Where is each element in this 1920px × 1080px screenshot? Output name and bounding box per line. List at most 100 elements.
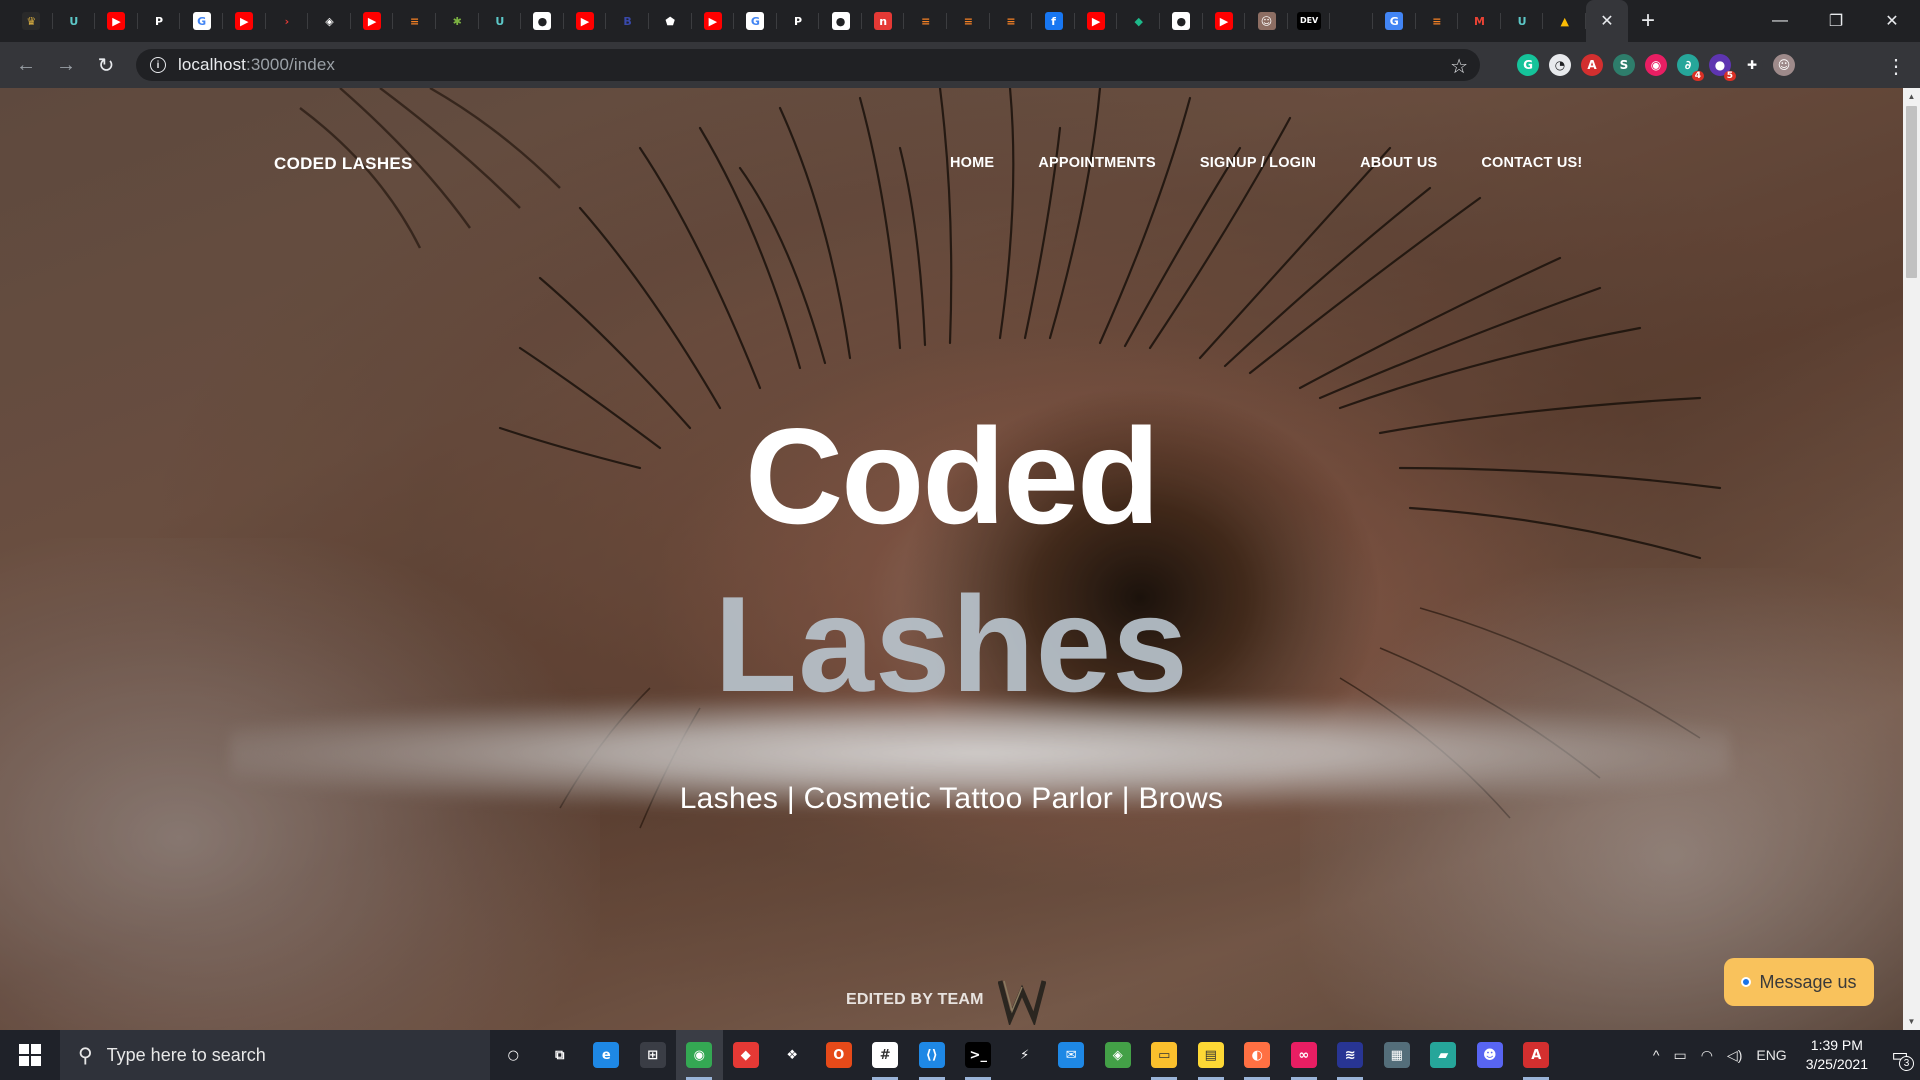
back-button[interactable]: ← xyxy=(6,45,46,85)
taskbar-app[interactable]: ▤ xyxy=(1188,1030,1235,1080)
taskbar-app[interactable]: >_ xyxy=(955,1030,1002,1080)
browser-tab[interactable]: G xyxy=(1373,0,1416,42)
restore-button[interactable]: ❐ xyxy=(1808,0,1864,42)
page-scrollbar[interactable]: ▲ ▼ xyxy=(1903,88,1920,1030)
wifi-icon[interactable]: ◠ xyxy=(1694,1047,1720,1064)
chrome-menu-icon[interactable]: ⋮ xyxy=(1886,54,1906,79)
site-brand-link[interactable]: CODED LASHES xyxy=(274,154,413,174)
speedometer-icon[interactable]: ◔ xyxy=(1549,54,1571,76)
browser-tab[interactable]: ◈ xyxy=(308,0,351,42)
browser-tab[interactable]: ▶ xyxy=(351,0,394,42)
browser-tab[interactable]: P xyxy=(777,0,820,42)
tab-active[interactable]: ✕ xyxy=(1585,0,1628,42)
start-button[interactable] xyxy=(0,1030,60,1080)
pink-extension-icon[interactable]: ◉ xyxy=(1645,54,1667,76)
address-bar[interactable]: i localhost:3000/index ☆ xyxy=(136,49,1480,81)
taskbar-app[interactable]: ◉ xyxy=(676,1030,723,1080)
browser-tab[interactable]: ● xyxy=(819,0,862,42)
taskbar-app[interactable]: ▦ xyxy=(1374,1030,1421,1080)
nav-link-appointments[interactable]: APPOINTMENTS xyxy=(1038,155,1156,171)
close-window-button[interactable]: ✕ xyxy=(1864,0,1920,42)
scroll-thumb[interactable] xyxy=(1906,106,1917,278)
bookmark-star-icon[interactable]: ☆ xyxy=(1450,54,1468,79)
language-indicator[interactable]: ENG xyxy=(1749,1047,1793,1063)
taskbar-app[interactable]: ◈ xyxy=(1095,1030,1142,1080)
taskbar-app[interactable]: ▭ xyxy=(1141,1030,1188,1080)
new-tab-button[interactable]: + xyxy=(1628,0,1668,42)
scroll-down-arrow-icon[interactable]: ▼ xyxy=(1903,1013,1920,1030)
browser-tab[interactable]: ▶ xyxy=(564,0,607,42)
site-info-icon[interactable]: i xyxy=(150,57,166,73)
taskbar-app[interactable]: ≋ xyxy=(1327,1030,1374,1080)
purple-extension-icon[interactable]: ● 5 xyxy=(1709,54,1736,81)
wakatime-icon[interactable]: ∂ 4 xyxy=(1677,54,1704,81)
browser-tab[interactable]: ▶ xyxy=(1203,0,1246,42)
battery-icon[interactable]: ▭ xyxy=(1666,1047,1693,1064)
browser-tab[interactable]: ▲ xyxy=(1543,0,1586,42)
browser-tab[interactable]: f xyxy=(1032,0,1075,42)
taskbar-app[interactable]: ⚡ xyxy=(1002,1030,1049,1080)
browser-tab[interactable]: DEV xyxy=(1288,0,1331,42)
taskbar-app[interactable]: ∞ xyxy=(1281,1030,1328,1080)
browser-tab[interactable]: ● xyxy=(1160,0,1203,42)
nav-link-signup-login[interactable]: SIGNUP / LOGIN xyxy=(1200,155,1316,171)
browser-tab[interactable]: P xyxy=(138,0,181,42)
grammarly-icon[interactable]: G xyxy=(1517,54,1539,76)
browser-tab[interactable]: M xyxy=(1458,0,1501,42)
taskbar-app[interactable]: ☻ xyxy=(1467,1030,1514,1080)
browser-tab[interactable]: ▶ xyxy=(223,0,266,42)
browser-tab[interactable] xyxy=(1330,0,1373,42)
close-tab-icon[interactable]: ✕ xyxy=(1600,11,1613,31)
url-text[interactable]: localhost:3000/index xyxy=(178,55,335,75)
taskbar-app[interactable]: ⧉ xyxy=(537,1030,584,1080)
browser-tab[interactable]: ☺ xyxy=(1245,0,1288,42)
browser-tab[interactable]: U xyxy=(1501,0,1544,42)
acrobat-icon[interactable]: A xyxy=(1581,54,1603,76)
taskbar-app[interactable]: ○ xyxy=(490,1030,537,1080)
taskbar-app[interactable]: ⟨⟩ xyxy=(909,1030,956,1080)
browser-tab[interactable]: ▶ xyxy=(1075,0,1118,42)
taskbar-app[interactable]: ❖ xyxy=(769,1030,816,1080)
taskbar-app[interactable]: A xyxy=(1513,1030,1560,1080)
nav-link-home[interactable]: HOME xyxy=(950,155,994,171)
browser-tab[interactable]: B xyxy=(606,0,649,42)
browser-tab[interactable]: ✱ xyxy=(436,0,479,42)
browser-tab[interactable]: ≡ xyxy=(947,0,990,42)
browser-tab[interactable]: ♛ xyxy=(10,0,53,42)
clock[interactable]: 1:39 PM 3/25/2021 xyxy=(1794,1036,1880,1074)
reload-button[interactable]: ↻ xyxy=(86,45,126,85)
browser-tab[interactable]: G xyxy=(180,0,223,42)
browser-tab[interactable]: n xyxy=(862,0,905,42)
browser-tab[interactable]: ▶ xyxy=(692,0,735,42)
profile-avatar-icon[interactable]: ☺ xyxy=(1773,54,1795,76)
browser-tab[interactable]: ● xyxy=(521,0,564,42)
taskbar-search-box[interactable]: ⚲ Type here to search xyxy=(60,1030,490,1080)
taskbar-app[interactable]: ◆ xyxy=(723,1030,770,1080)
browser-tab[interactable]: ≡ xyxy=(393,0,436,42)
browser-tab[interactable]: › xyxy=(266,0,309,42)
browser-tab[interactable]: ≡ xyxy=(904,0,947,42)
tray-overflow-chevron-icon[interactable]: ^ xyxy=(1646,1047,1667,1063)
browser-tab[interactable]: G xyxy=(734,0,777,42)
taskbar-app[interactable]: ⊞ xyxy=(630,1030,677,1080)
browser-tab[interactable]: ≡ xyxy=(990,0,1033,42)
taskbar-app[interactable]: ◐ xyxy=(1234,1030,1281,1080)
taskbar-app[interactable]: # xyxy=(862,1030,909,1080)
taskbar-app[interactable]: O xyxy=(816,1030,863,1080)
s-extension-icon[interactable]: S xyxy=(1613,54,1635,76)
minimize-button[interactable]: — xyxy=(1752,0,1808,42)
browser-tab[interactable]: ≡ xyxy=(1416,0,1459,42)
browser-tab[interactable]: U xyxy=(53,0,96,42)
scroll-up-arrow-icon[interactable]: ▲ xyxy=(1903,88,1920,105)
puzzle-icon[interactable]: ✚ xyxy=(1741,54,1763,76)
taskbar-app[interactable]: e xyxy=(583,1030,630,1080)
volume-icon[interactable]: ◁) xyxy=(1720,1047,1749,1064)
nav-link-contact-us[interactable]: CONTACT US! xyxy=(1481,155,1582,171)
taskbar-app[interactable]: ✉ xyxy=(1048,1030,1095,1080)
forward-button[interactable]: → xyxy=(46,45,86,85)
action-center-button[interactable]: ▭ 3 xyxy=(1880,1030,1920,1080)
browser-tab[interactable]: ◆ xyxy=(1117,0,1160,42)
taskbar-app[interactable]: ▰ xyxy=(1420,1030,1467,1080)
browser-tab[interactable]: ⬟ xyxy=(649,0,692,42)
message-us-button[interactable]: Message us xyxy=(1724,958,1874,1006)
